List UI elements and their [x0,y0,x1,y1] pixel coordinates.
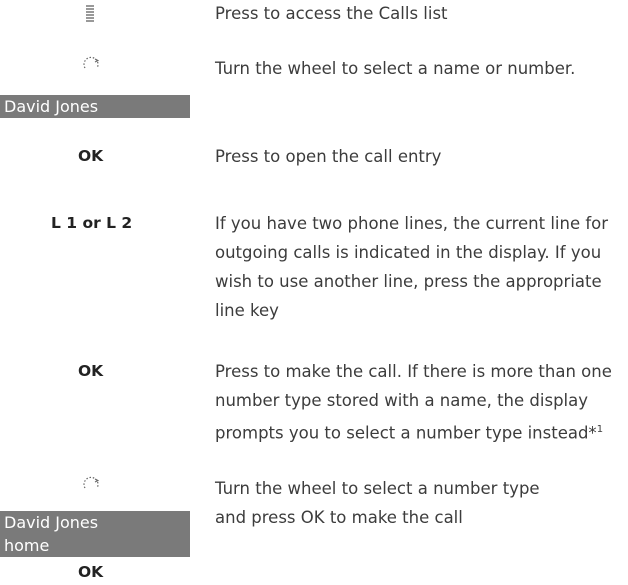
line-key: L 1 or L 2 [51,214,133,232]
step-description: Turn the wheel to select a name or numbe… [215,59,576,78]
calls-list-icon [86,5,94,27]
ok-key: OK [78,563,104,581]
step-description: Press to access the Calls list [215,4,448,23]
step-description: If you have two phone lines, the current… [215,214,609,320]
wheel-icon [82,56,100,78]
display-line: home [0,534,190,557]
step-description: Press to make the call. If there is more… [215,362,612,443]
ok-key: OK [78,362,104,380]
step-description: Turn the wheel to select a number type a… [215,479,540,527]
display-line: David Jones [0,511,190,534]
ok-key: OK [78,147,104,165]
step-description: Press to open the call entry [215,147,442,166]
display-line: David Jones [0,95,190,118]
wheel-icon [82,476,100,498]
